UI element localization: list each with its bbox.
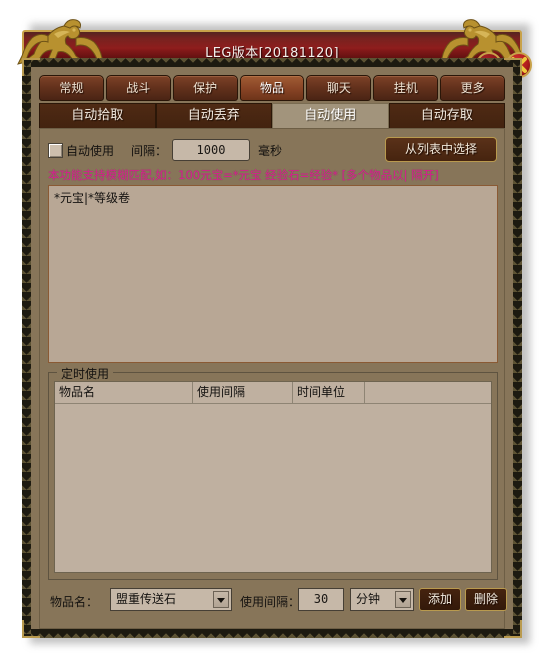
item-name-dropdown[interactable]: 盟重传送石	[110, 588, 232, 611]
tab-general[interactable]: 常规	[39, 75, 104, 101]
auto-use-checkbox[interactable]	[48, 143, 63, 158]
timed-use-table[interactable]: 物品名 使用间隔 时间单位	[54, 381, 492, 573]
column-header-time-unit[interactable]: 时间单位	[293, 382, 365, 403]
main-tab-bar: 常规 战斗 保护 物品 聊天 挂机 更多	[39, 75, 506, 101]
frame-ornament-left	[22, 58, 31, 638]
tab-protect[interactable]: 保护	[172, 75, 238, 101]
interval-label: 间隔：	[131, 144, 168, 158]
tab-combat[interactable]: 战斗	[105, 75, 171, 101]
item-name-label: 物品名：	[50, 595, 99, 609]
pick-from-list-button[interactable]: 从列表中选择	[385, 137, 497, 162]
window-frame: 常规 战斗 保护 物品 聊天 挂机 更多 自动拾取 自动丢弃 自动使用 自动存取	[22, 58, 522, 638]
timed-use-legend: 定时使用	[57, 365, 114, 382]
auto-use-checkbox-label: 自动使用	[66, 144, 115, 158]
timed-use-groupbox: 定时使用 物品名 使用间隔 时间单位	[48, 365, 498, 580]
fuzzy-match-hint: 本功能支持模糊匹配,如：100元宝=*元宝 经验石=经验* [多个物品以| 隔开…	[48, 168, 439, 182]
subtab-auto-pickup[interactable]: 自动拾取	[39, 103, 156, 129]
tab-more[interactable]: 更多	[440, 75, 506, 101]
item-list-textarea[interactable]: *元宝|*等级卷	[48, 185, 498, 363]
time-unit-dropdown[interactable]: 分钟	[350, 588, 414, 611]
subtab-auto-use[interactable]: 自动使用	[272, 103, 389, 129]
use-interval-input[interactable]: 30	[298, 588, 344, 611]
interval-unit-label: 毫秒	[258, 144, 283, 158]
auto-use-panel: 自动使用 间隔： 1000 毫秒 从列表中选择 本功能支持模糊匹配,如：100元…	[39, 128, 507, 629]
tab-chat[interactable]: 聊天	[306, 75, 372, 101]
tab-items[interactable]: 物品	[239, 75, 305, 101]
column-header-blank[interactable]	[365, 382, 491, 403]
auto-use-settings-row: 自动使用 间隔： 1000 毫秒 从列表中选择	[48, 137, 498, 165]
frame-ornament-right	[513, 58, 522, 638]
column-header-item-name[interactable]: 物品名	[55, 382, 193, 403]
frame-ornament-top	[22, 58, 522, 67]
application-window: LEG版本[20181120] 常规 战斗 保护 物品 聊天 挂机 更多 自动拾…	[17, 14, 532, 640]
time-unit-dropdown-value: 分钟	[356, 592, 381, 606]
item-name-dropdown-value: 盟重传送石	[116, 592, 177, 606]
sub-tab-bar: 自动拾取 自动丢弃 自动使用 自动存取	[39, 103, 505, 129]
chevron-down-icon[interactable]	[213, 591, 229, 608]
chevron-down-icon[interactable]	[395, 591, 411, 608]
table-body[interactable]	[55, 404, 491, 572]
window-content: 常规 战斗 保护 物品 聊天 挂机 更多 自动拾取 自动丢弃 自动使用 自动存取	[31, 67, 513, 629]
timed-use-controls-row: 物品名： 盟重传送石 使用间隔： 30 分钟 添加 删除	[48, 588, 507, 614]
use-interval-label: 使用间隔：	[240, 595, 301, 609]
tab-afk[interactable]: 挂机	[373, 75, 439, 101]
interval-input[interactable]: 1000	[172, 139, 250, 161]
add-button[interactable]: 添加	[419, 588, 461, 611]
frame-ornament-bottom	[22, 629, 522, 638]
table-header-row: 物品名 使用间隔 时间单位	[55, 382, 491, 404]
column-header-use-interval[interactable]: 使用间隔	[193, 382, 293, 403]
subtab-auto-drop[interactable]: 自动丢弃	[155, 103, 272, 129]
subtab-auto-storage[interactable]: 自动存取	[388, 103, 505, 129]
delete-button[interactable]: 删除	[465, 588, 507, 611]
